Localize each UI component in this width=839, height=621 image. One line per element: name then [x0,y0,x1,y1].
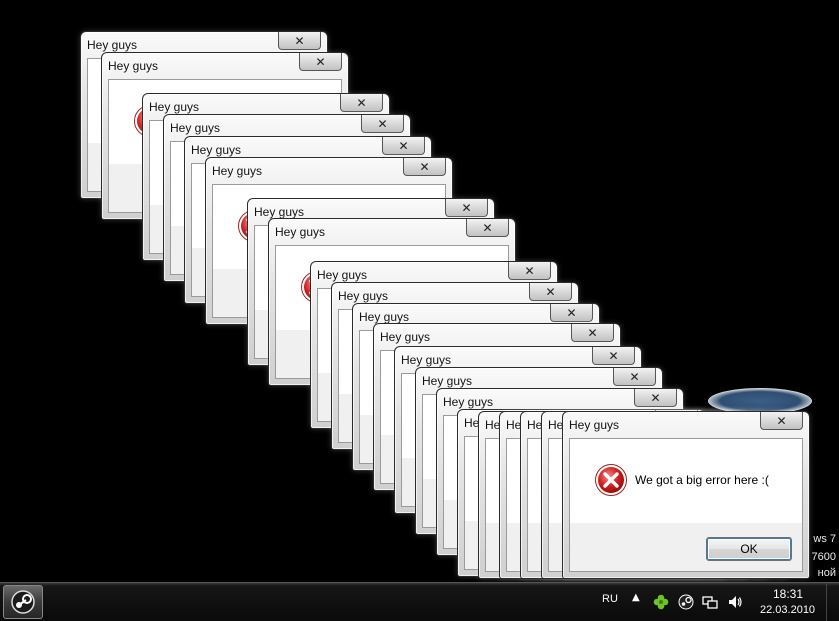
dialog-title: Hey guys [401,353,452,367]
dialog-title: Hey guys [108,59,159,73]
close-button[interactable]: ✕ [382,137,425,155]
clock-time[interactable]: 18:31 [773,587,803,601]
close-button[interactable]: ✕ [278,32,321,50]
dialog-title: Hey guys [212,164,263,178]
volume-icon[interactable] [727,594,743,610]
close-icon: ✕ [566,306,577,320]
dialog-title: Hey guys [380,330,431,344]
close-icon: ✕ [629,370,640,384]
windows-watermark-line: ной [817,567,836,579]
close-icon: ✕ [524,264,535,278]
tray-overflow-button[interactable]: ▲ [632,592,640,603]
close-button[interactable]: ✕ [403,158,446,176]
dialog-title: Hey guys [170,121,221,135]
close-icon: ✕ [294,34,305,48]
dialog-title: Hey guys [422,374,473,388]
close-icon: ✕ [315,55,326,69]
dialog-title: Hey guys [87,38,138,52]
clover-icon[interactable] [653,594,669,610]
close-button[interactable]: ✕ [361,115,404,133]
close-icon: ✕ [419,160,430,174]
clock-date[interactable]: 22.03.2010 [760,604,815,616]
windows-watermark-line: 7600 [811,551,836,563]
dialog-titlebar[interactable]: Hey guys ✕ [102,53,348,79]
close-icon: ✕ [650,391,661,405]
dialog-titlebar[interactable]: Hey guys ✕ [269,219,515,245]
windows-watermark-line: ws 7 [813,533,836,545]
steam-tray-icon[interactable] [678,594,694,610]
close-button[interactable]: ✕ [550,304,593,322]
desktop: ws 7 7600 ной Hey guys ✕ We got a big erro… [0,0,839,582]
close-button[interactable]: ✕ [571,324,614,342]
close-icon: ✕ [608,349,619,363]
close-icon: ✕ [461,201,472,215]
steam-icon [11,590,35,614]
network-icon[interactable] [702,594,718,610]
close-icon: ✕ [377,117,388,131]
close-button[interactable]: ✕ [592,347,635,365]
taskbar-steam-button[interactable] [3,585,43,619]
dialog-title: Hey guys [275,225,326,239]
close-icon: ✕ [545,285,556,299]
ok-button[interactable]: OK [706,537,792,561]
close-button[interactable]: ✕ [445,199,488,217]
dialog-title: Hey guys [569,418,620,432]
dialog-titlebar[interactable]: Hey guys ✕ [206,158,452,184]
close-icon: ✕ [587,326,598,340]
close-button[interactable]: ✕ [634,389,677,407]
show-desktop-button[interactable] [826,583,839,621]
dialog-content: We got a big error here :( [570,439,802,523]
dialog-title: Hey guys [359,310,410,324]
close-button[interactable]: ✕ [760,412,803,430]
error-dialog[interactable]: Hey guys ✕ We got a big error here :( OK [562,411,810,579]
dialog-title: Hey guys [338,289,389,303]
close-button[interactable]: ✕ [299,53,342,71]
close-button[interactable]: ✕ [466,219,509,237]
close-button[interactable]: ✕ [613,368,656,386]
close-button[interactable]: ✕ [529,283,572,301]
error-icon [595,464,627,496]
close-icon: ✕ [398,139,409,153]
dialog-titlebar[interactable]: Hey guys ✕ [563,412,809,438]
dialog-title: Hey guys [191,143,242,157]
language-indicator[interactable]: RU [602,593,618,605]
dialog-title: Hey guys [317,268,368,282]
dialog-title: Hey guys [254,205,305,219]
dialog-title: Hey guys [443,395,494,409]
dialog-body: We got a big error here :( OK [569,438,803,572]
taskbar: RU ▲ 18:31 22.03.2010 [0,582,839,621]
close-icon: ✕ [776,414,787,428]
close-button[interactable]: ✕ [340,94,383,112]
dialog-message: We got a big error here :( [635,473,769,487]
close-icon: ✕ [482,221,493,235]
dialog-title: Hey guys [149,100,200,114]
close-button[interactable]: ✕ [508,262,551,280]
close-icon: ✕ [356,96,367,110]
